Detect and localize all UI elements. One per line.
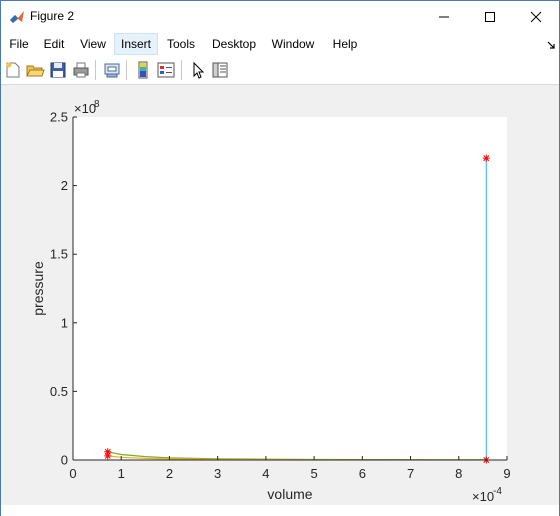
y-tick-label: 1.5 — [50, 247, 68, 262]
x-axis-label: volume — [267, 486, 312, 502]
x-tick-label: 6 — [359, 466, 366, 481]
y-tick-label: 2 — [61, 178, 68, 193]
toolbar-separator — [181, 60, 182, 80]
x-tick-label: 3 — [214, 466, 221, 481]
x-tick-label: 7 — [407, 466, 414, 481]
property-inspector-icon[interactable] — [210, 60, 230, 80]
y-axis-exponent-times: ×10 — [74, 101, 96, 116]
data-marker — [482, 154, 490, 162]
minimize-icon — [439, 16, 449, 17]
menu-view[interactable]: View — [76, 33, 110, 55]
menu-insert[interactable]: Insert — [114, 33, 158, 55]
save-icon[interactable] — [48, 60, 68, 80]
link-plot-icon[interactable] — [102, 60, 122, 80]
window-title: Figure 2 — [30, 9, 75, 23]
open-file-icon[interactable] — [25, 60, 45, 80]
toolbar-separator — [126, 60, 127, 80]
x-tick-label: 1 — [118, 466, 125, 481]
y-tick-label: 1 — [61, 315, 68, 330]
title-bar[interactable]: Figure 2 — [1, 1, 559, 32]
x-tick-label: 0 — [69, 466, 76, 481]
menu-bar: File Edit View Insert Tools Desktop Wind… — [1, 32, 559, 56]
menu-edit[interactable]: Edit — [38, 33, 70, 55]
x-tick-label: 2 — [166, 466, 173, 481]
insert-colorbar-icon[interactable] — [133, 60, 153, 80]
insert-legend-icon[interactable] — [156, 60, 176, 80]
y-axis-label: pressure — [30, 261, 46, 316]
edit-plot-icon[interactable] — [188, 60, 208, 80]
data-marker — [104, 452, 112, 460]
close-button[interactable] — [513, 1, 559, 32]
close-icon — [530, 11, 542, 22]
menu-help[interactable]: Help — [328, 33, 362, 55]
x-axis-exponent: -4 — [493, 486, 502, 497]
toolbar-separator — [95, 60, 96, 80]
menu-file[interactable]: File — [5, 33, 33, 55]
axes-background — [73, 117, 507, 460]
matlab-logo-icon — [10, 11, 24, 23]
x-tick-label: 5 — [310, 466, 317, 481]
x-axis-exponent-times: ×10 — [472, 489, 494, 504]
minimize-button[interactable] — [421, 1, 467, 32]
maximize-icon — [485, 11, 495, 22]
x-tick-label: 8 — [455, 466, 462, 481]
print-icon[interactable] — [71, 60, 91, 80]
window-bottom-border — [1, 505, 559, 516]
figure-toolbar — [1, 56, 559, 85]
menu-desktop[interactable]: Desktop — [208, 33, 260, 55]
x-tick-label: 4 — [262, 466, 269, 481]
menu-window[interactable]: Window — [267, 33, 319, 55]
x-tick-label: 9 — [503, 466, 510, 481]
maximize-button[interactable] — [467, 1, 513, 32]
y-axis-exponent: 8 — [94, 99, 100, 110]
y-tick-label: 2.5 — [50, 110, 68, 125]
figure-canvas: 0 1 2 3 4 5 6 7 8 9 0 0.5 1 1.5 2 2.5 ×10 8 ×10 -4 volu… — [1, 85, 559, 505]
new-figure-icon[interactable] — [3, 60, 23, 80]
figure-window: Figure 2 File Edit View Insert Tools Des… — [0, 0, 560, 516]
dock-arrow-icon[interactable] — [546, 40, 556, 50]
plot-svg[interactable]: 0 1 2 3 4 5 6 7 8 9 0 0.5 1 1.5 2 2.5 ×10 8 ×10 -4 volu… — [1, 85, 559, 505]
y-tick-label: 0 — [61, 453, 68, 468]
menu-tools[interactable]: Tools — [162, 33, 200, 55]
y-tick-label: 0.5 — [50, 384, 68, 399]
